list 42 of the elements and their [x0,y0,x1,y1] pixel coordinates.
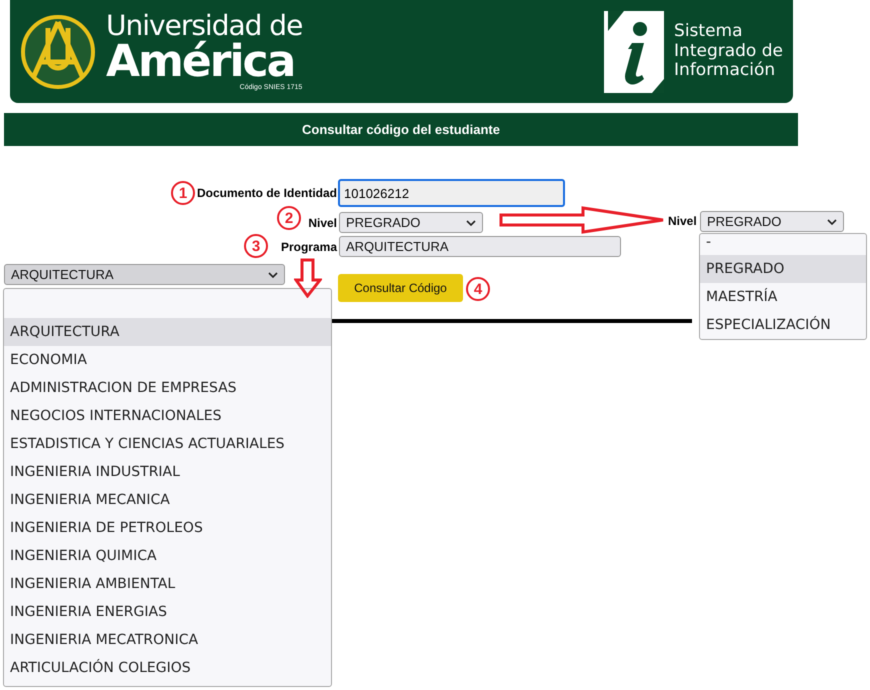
dropdown-option[interactable]: INGENIERIA MECANICA [4,486,331,514]
chevron-icon [268,272,278,278]
field-label: Programa [280,240,337,254]
university-name: Universidad de [106,12,302,40]
level-select[interactable]: PREGRADO [700,211,844,232]
chevron-icon [466,220,476,226]
step-marker: 4 [466,277,490,301]
step-marker: 2 [277,206,301,230]
system-name: Información [674,61,776,81]
system-name: Integrado de [674,42,783,61]
page-title: Consultar código del estudiante [302,122,500,137]
dropdown-option[interactable]: PREGRADO [700,255,866,283]
arrow-icon [294,258,322,298]
level-select[interactable]: PREGRADO [339,212,483,233]
program-select[interactable]: ARQUITECTURA [339,236,621,257]
document-field[interactable]: 101026212 [338,179,565,207]
step-marker: 1 [171,181,195,205]
dropdown-option[interactable]: INGENIERIA ENERGIAS [4,598,331,626]
system-name: Sistema [674,22,744,42]
dropdown-option[interactable]: INGENIERIA QUIMICA [4,542,331,570]
dropdown-option[interactable]: INGENIERIA DE PETROLEOS [4,514,331,542]
field-label: Nivel [668,214,697,228]
dropdown-option[interactable]: ADMINISTRACION DE EMPRESAS [4,374,331,402]
program-select[interactable]: ARQUITECTURA [4,264,285,285]
dropdown-option[interactable]: INGENIERIA INDUSTRIAL [4,458,331,486]
field-label: Nivel [308,216,337,230]
dropdown-option[interactable]: ARTICULACIÓN COLEGIOS [4,654,331,682]
dropdown-option[interactable]: ECONOMIA [4,346,331,374]
dropdown-option[interactable]: NEGOCIOS INTERNACIONALES [4,402,331,430]
info-icon [602,8,666,94]
dropdown-option[interactable]: INGENIERIA MECATRONICA [4,626,331,654]
step-marker: 3 [244,234,268,258]
university-name: América [106,40,294,84]
field-label: Documento de Identidad [196,186,337,200]
dropdown-option[interactable]: ESPECIALIZACIÓN [700,311,866,339]
dropdown-option[interactable]: MAESTRÍA [700,283,866,311]
dropdown-option[interactable]: ESTADISTICA Y CIENCIAS ACTUARIALES [4,430,331,458]
chevron-icon [827,218,837,224]
dropdown-option[interactable]: - [700,234,866,255]
dropdown-option[interactable]: INGENIERIA AMBIENTAL [4,570,331,598]
submit-button[interactable]: Consultar Código [338,274,463,302]
dropdown-option[interactable]: ARQUITECTURA [4,318,331,346]
